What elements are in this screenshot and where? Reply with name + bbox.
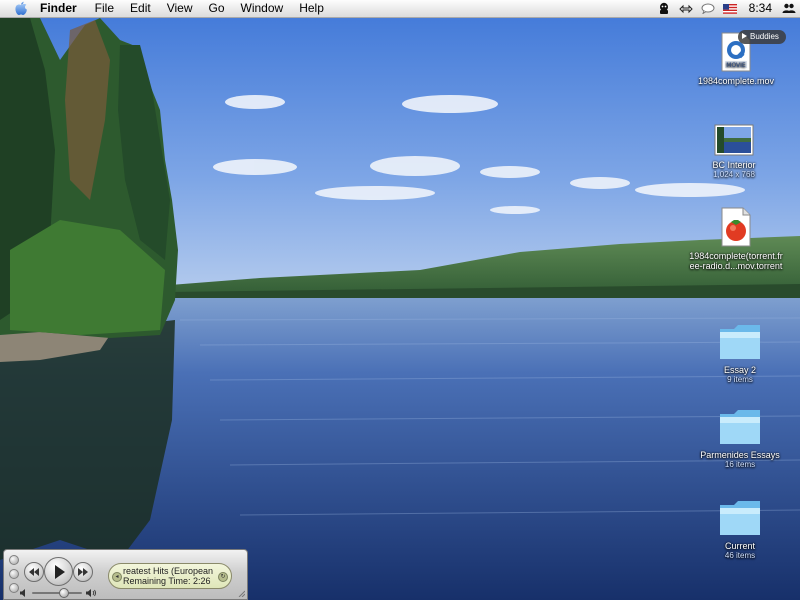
volume-control bbox=[20, 588, 98, 598]
menu-go[interactable]: Go bbox=[201, 0, 233, 17]
menu-file[interactable]: File bbox=[87, 0, 122, 17]
fast-forward-icon bbox=[78, 568, 88, 576]
us-flag-icon[interactable] bbox=[719, 0, 741, 17]
icon-label-line1: 1984complete(torrent.fr bbox=[689, 251, 783, 261]
volume-slider[interactable] bbox=[32, 592, 82, 594]
buddies-pill[interactable]: Buddies bbox=[738, 30, 786, 44]
desktop-icon-image[interactable]: BC Interior 1,024 x 768 bbox=[679, 124, 789, 180]
desktop-icon-torrent[interactable]: 1984complete(torrent.fr ee-radio.d...mov… bbox=[681, 207, 791, 271]
window-buttons bbox=[9, 555, 19, 597]
remaining-time: Remaining Time: 2:26 bbox=[123, 576, 211, 586]
folder-icon bbox=[720, 410, 760, 444]
menu-app-finder[interactable]: Finder bbox=[34, 0, 87, 17]
icon-label-line2: ee-radio.d...mov.torrent bbox=[689, 261, 783, 271]
play-icon bbox=[54, 564, 65, 579]
itunes-mini-player[interactable]: ◂ reatest Hits (European Remaining Time:… bbox=[3, 549, 248, 600]
icon-label: Parmenides Essays bbox=[700, 450, 780, 460]
desktop-icon-folder-current[interactable]: Current 46 items bbox=[685, 499, 795, 561]
icon-sublabel: 46 items bbox=[724, 551, 756, 560]
track-display[interactable]: ◂ reatest Hits (European Remaining Time:… bbox=[108, 563, 232, 589]
icon-sublabel: 16 items bbox=[724, 460, 756, 469]
rewind-icon bbox=[29, 568, 39, 576]
display-mode-right-icon[interactable]: ↻ bbox=[218, 572, 228, 582]
volume-high-icon bbox=[86, 589, 96, 597]
icon-label: 1984complete.mov bbox=[697, 76, 775, 86]
resize-grip-icon[interactable] bbox=[237, 589, 245, 597]
icon-sublabel: 1,024 x 768 bbox=[713, 170, 755, 179]
disclosure-triangle-icon bbox=[742, 33, 747, 39]
buddies-label: Buddies bbox=[750, 32, 779, 41]
image-thumbnail-icon bbox=[714, 124, 754, 156]
desktop[interactable]: Buddies MOVIE 1984complete.mov BC Interi… bbox=[0, 0, 800, 600]
previous-track-button[interactable] bbox=[24, 562, 44, 582]
ichat-icon[interactable] bbox=[653, 0, 675, 17]
desktop-icon-folder-essay-2[interactable]: Essay 2 9 items bbox=[685, 323, 795, 385]
sync-arrows-icon[interactable] bbox=[675, 0, 697, 17]
play-button[interactable] bbox=[44, 557, 73, 586]
icon-sublabel: 9 items bbox=[727, 375, 753, 384]
folder-icon bbox=[720, 501, 760, 535]
speech-bubble-icon[interactable] bbox=[697, 0, 719, 17]
next-track-button[interactable] bbox=[73, 562, 93, 582]
torrent-file-icon bbox=[721, 207, 751, 247]
icon-label: Essay 2 bbox=[723, 365, 756, 375]
close-button[interactable] bbox=[9, 555, 19, 565]
volume-low-icon bbox=[20, 589, 25, 597]
volume-knob[interactable] bbox=[59, 588, 69, 598]
menu-view[interactable]: View bbox=[159, 0, 201, 17]
icon-label: BC Interior bbox=[712, 160, 756, 170]
menu-clock[interactable]: 8:34 bbox=[741, 0, 778, 17]
movie-badge: MOVIE bbox=[726, 62, 746, 69]
menu-bar: Finder File Edit View Go Window Help 8:3… bbox=[0, 0, 800, 18]
zoom-button[interactable] bbox=[9, 583, 19, 593]
minimize-button[interactable] bbox=[9, 569, 19, 579]
users-icon[interactable] bbox=[778, 0, 800, 17]
icon-label: Current bbox=[724, 541, 755, 551]
menu-help[interactable]: Help bbox=[291, 0, 332, 17]
desktop-icon-folder-parmenides[interactable]: Parmenides Essays 16 items bbox=[685, 408, 795, 470]
menu-edit[interactable]: Edit bbox=[122, 0, 159, 17]
display-mode-left-icon[interactable]: ◂ bbox=[112, 572, 122, 582]
desktop-wallpaper bbox=[0, 0, 800, 600]
apple-icon[interactable] bbox=[8, 0, 34, 17]
menu-window[interactable]: Window bbox=[233, 0, 292, 17]
folder-icon bbox=[720, 325, 760, 359]
